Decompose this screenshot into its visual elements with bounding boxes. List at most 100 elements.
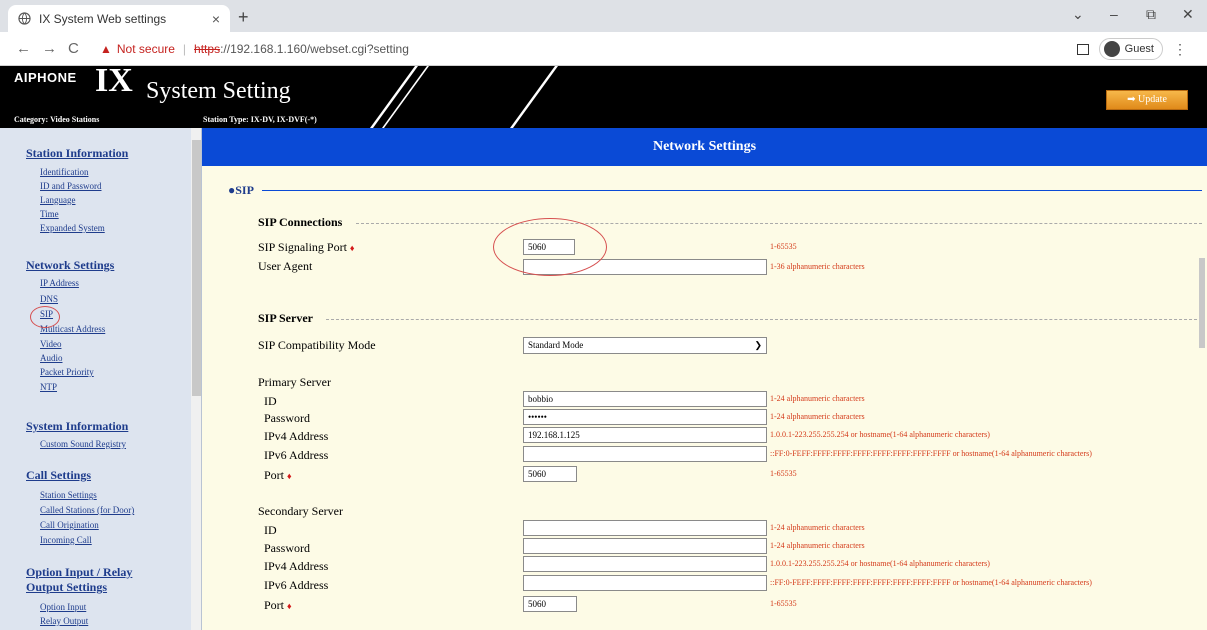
sidebar-item-called-stations[interactable]: Called Stations (for Door) <box>40 505 134 515</box>
sip-signaling-port-hint: 1-65535 <box>770 242 797 251</box>
primary-password-label: Password <box>264 411 311 425</box>
sidebar-item-custom-sound[interactable]: Custom Sound Registry <box>40 439 126 449</box>
page-title: Network Settings <box>202 128 1207 166</box>
sidebar-item-ip-address[interactable]: IP Address <box>40 278 79 288</box>
decorative-stripes <box>370 66 558 128</box>
secondary-id-label: ID <box>264 523 277 537</box>
main-scrollbar-thumb[interactable] <box>1199 258 1205 348</box>
sip-server-heading: SIP Server <box>258 311 313 325</box>
side-panel-icon[interactable] <box>1076 43 1089 55</box>
secondary-ipv4-input[interactable] <box>523 556 767 572</box>
app-title: System Setting <box>146 78 291 104</box>
secondary-ipv4-label: IPv4 Address <box>264 559 329 573</box>
sip-heading: ●SIP <box>228 183 254 197</box>
sidebar-item-packet-priority[interactable]: Packet Priority <box>40 367 94 377</box>
station-type-label: Station Type: IX-DV, IX-DVF(-*) <box>203 115 317 124</box>
secondary-port-input[interactable]: 5060 <box>523 596 577 612</box>
sidebar-item-ntp[interactable]: NTP <box>40 382 57 392</box>
annotation-circle-port <box>493 218 607 276</box>
browser-menu-icon[interactable]: ⋮ <box>1173 41 1187 58</box>
sip-signaling-port-label: SIP Signaling Port ♦ <box>258 240 355 255</box>
primary-port-input[interactable]: 5060 <box>523 466 577 482</box>
primary-ipv6-input[interactable] <box>523 446 767 462</box>
sidebar-item-incoming-call[interactable]: Incoming Call <box>40 535 92 545</box>
close-window-button[interactable]: ✕ <box>1182 6 1194 23</box>
tab-title: IX System Web settings <box>39 11 167 26</box>
person-icon <box>1103 41 1120 57</box>
primary-id-label: ID <box>264 394 277 408</box>
sidebar-item-id-password[interactable]: ID and Password <box>40 181 102 191</box>
forward-button[interactable]: → <box>42 40 57 57</box>
reload-button[interactable]: C <box>68 40 79 57</box>
tab-search-icon[interactable]: ⌄ <box>1072 6 1084 23</box>
sidebar: Station Information Identification ID an… <box>0 128 202 630</box>
primary-ipv4-hint: 1.0.0.1-223.255.255.254 or hostname(1-64… <box>770 430 990 439</box>
sidebar-item-identification[interactable]: Identification <box>40 167 88 177</box>
secondary-password-input[interactable] <box>523 538 767 554</box>
sidebar-item-language[interactable]: Language <box>40 195 75 205</box>
secondary-password-hint: 1-24 alphanumeric characters <box>770 541 865 550</box>
new-tab-button[interactable]: + <box>238 7 249 28</box>
primary-password-input[interactable]: •••••• <box>523 409 767 425</box>
primary-password-hint: 1-24 alphanumeric characters <box>770 412 865 421</box>
sidebar-section-option-input-relay[interactable]: Option Input / Relay <box>26 565 132 580</box>
secondary-port-label: Port ♦ <box>264 598 292 613</box>
sidebar-section-output-settings[interactable]: Output Settings <box>26 580 107 595</box>
sip-server-divider <box>326 319 1202 320</box>
profile-button[interactable]: Guest <box>1098 38 1163 60</box>
main-content: Network Settings ●SIP SIP Connections SI… <box>202 128 1207 630</box>
sip-compat-mode-value: Standard Mode <box>528 340 584 350</box>
sidebar-item-dns[interactable]: DNS <box>40 294 58 304</box>
secondary-id-hint: 1-24 alphanumeric characters <box>770 523 865 532</box>
sip-connections-heading: SIP Connections <box>258 215 343 229</box>
address-bar: ← → C ▲ Not secure | https ://192.168.1.… <box>0 32 1207 66</box>
secondary-ipv4-hint: 1.0.0.1-223.255.255.254 or hostname(1-64… <box>770 559 990 568</box>
close-tab-icon[interactable]: × <box>212 11 220 27</box>
brand-logo: AIPHONE <box>14 70 77 85</box>
sip-compat-mode-select[interactable]: Standard Mode ❯ <box>523 337 767 354</box>
browser-tab-bar: IX System Web settings × + ⌄ – ⧉ ✕ <box>0 0 1207 32</box>
sidebar-section-station-information[interactable]: Station Information <box>26 146 128 161</box>
sidebar-item-video[interactable]: Video <box>40 339 61 349</box>
sidebar-item-relay-output[interactable]: Relay Output <box>40 616 88 626</box>
app-header: AIPHONE IX System Setting Category: Vide… <box>0 66 1207 128</box>
back-button[interactable]: ← <box>16 40 31 57</box>
primary-ipv6-hint: ::FF:0-FEFF:FFFF:FFFF:FFFF:FFFF:FFFF:FFF… <box>770 449 1092 458</box>
secondary-ipv6-hint: ::FF:0-FEFF:FFFF:FFFF:FFFF:FFFF:FFFF:FFF… <box>770 578 1092 587</box>
sidebar-item-time[interactable]: Time <box>40 209 59 219</box>
primary-ipv4-input[interactable]: 192.168.1.125 <box>523 427 767 443</box>
ix-logo: IX <box>95 66 133 99</box>
secondary-ipv6-input[interactable] <box>523 575 767 591</box>
chevron-down-icon: ❯ <box>754 340 762 350</box>
sip-connections-divider <box>356 223 1202 224</box>
primary-port-text: Port <box>264 468 285 482</box>
sidebar-item-expanded-system[interactable]: Expanded System <box>40 223 105 233</box>
sidebar-item-option-input[interactable]: Option Input <box>40 602 86 612</box>
primary-port-hint: 1-65535 <box>770 469 797 478</box>
minimize-button[interactable]: – <box>1110 6 1118 22</box>
restore-button[interactable]: ⧉ <box>1146 6 1156 23</box>
sidebar-scroll-thumb[interactable] <box>192 140 201 396</box>
primary-id-hint: 1-24 alphanumeric characters <box>770 394 865 403</box>
update-button[interactable]: ➡ Update <box>1106 90 1188 110</box>
sidebar-item-station-settings[interactable]: Station Settings <box>40 490 97 500</box>
sidebar-item-call-origination[interactable]: Call Origination <box>40 520 99 530</box>
required-dot-icon: ♦ <box>287 471 292 481</box>
sidebar-section-call-settings[interactable]: Call Settings <box>26 468 91 483</box>
url-field[interactable]: ▲ Not secure | https ://192.168.1.160/we… <box>100 38 1080 60</box>
primary-id-input[interactable]: bobbio <box>523 391 767 407</box>
sip-divider <box>262 190 1202 191</box>
secondary-id-input[interactable] <box>523 520 767 536</box>
not-secure-label: Not secure <box>116 42 175 56</box>
secondary-ipv6-label: IPv6 Address <box>264 578 329 592</box>
user-agent-hint: 1-36 alphanumeric characters <box>770 262 865 271</box>
secondary-server-heading: Secondary Server <box>258 504 343 518</box>
url-scheme: https <box>194 42 221 56</box>
sidebar-section-network-settings[interactable]: Network Settings <box>26 258 114 273</box>
primary-ipv4-label: IPv4 Address <box>264 429 329 443</box>
sidebar-section-system-information[interactable]: System Information <box>26 419 128 434</box>
sidebar-item-audio[interactable]: Audio <box>40 353 63 363</box>
url-path: ://192.168.1.160/webset.cgi?setting <box>220 42 409 56</box>
update-label: Update <box>1138 94 1167 105</box>
browser-tab[interactable]: IX System Web settings × <box>8 5 230 32</box>
